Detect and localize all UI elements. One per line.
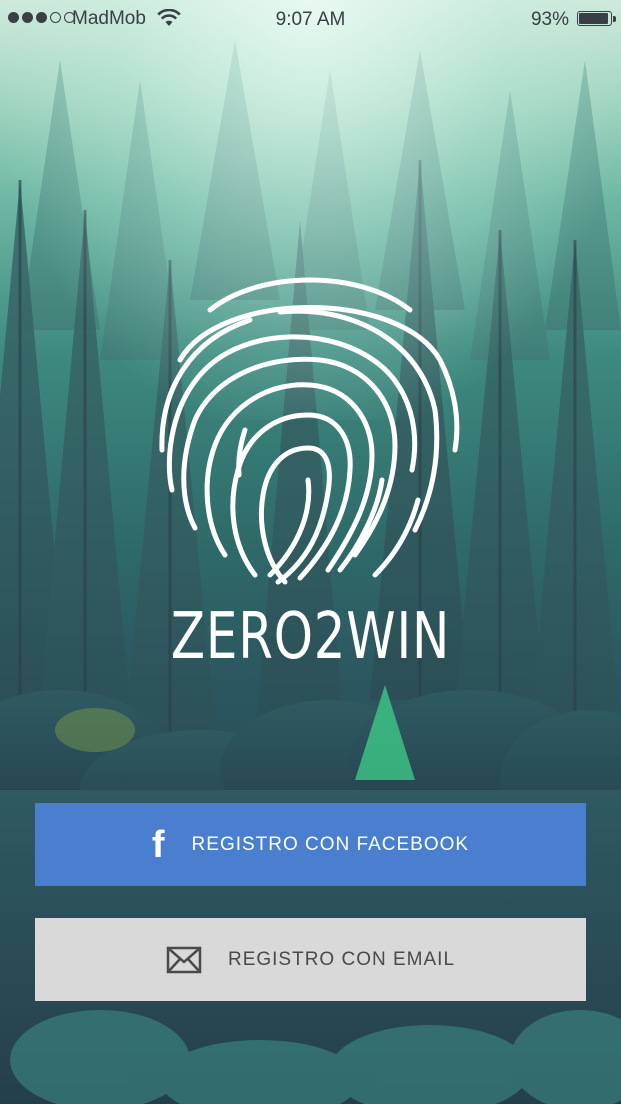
battery-percentage: 93% [530,9,569,30]
fingerprint-icon [159,277,460,585]
facebook-signup-button[interactable]: f REGISTRO CON FACEBOOK [35,803,586,886]
signup-screen: MadMob 9:07 AM 93% ZERO2WIN f REGISTRO C… [0,0,621,1104]
status-time: 9:07 AM [275,9,346,30]
envelope-icon [166,946,202,974]
battery-nub [613,16,616,22]
status-bar: MadMob 9:07 AM 93% [0,0,621,38]
email-signup-label: REGISTRO CON EMAIL [227,948,456,970]
battery-level [579,13,608,24]
brand-name: ZERO2WIN [170,600,451,674]
battery-icon [577,11,612,26]
facebook-signup-label: REGISTRO CON FACEBOOK [191,833,470,855]
facebook-icon: f [151,823,166,866]
email-signup-button[interactable]: REGISTRO CON EMAIL [35,918,586,1001]
